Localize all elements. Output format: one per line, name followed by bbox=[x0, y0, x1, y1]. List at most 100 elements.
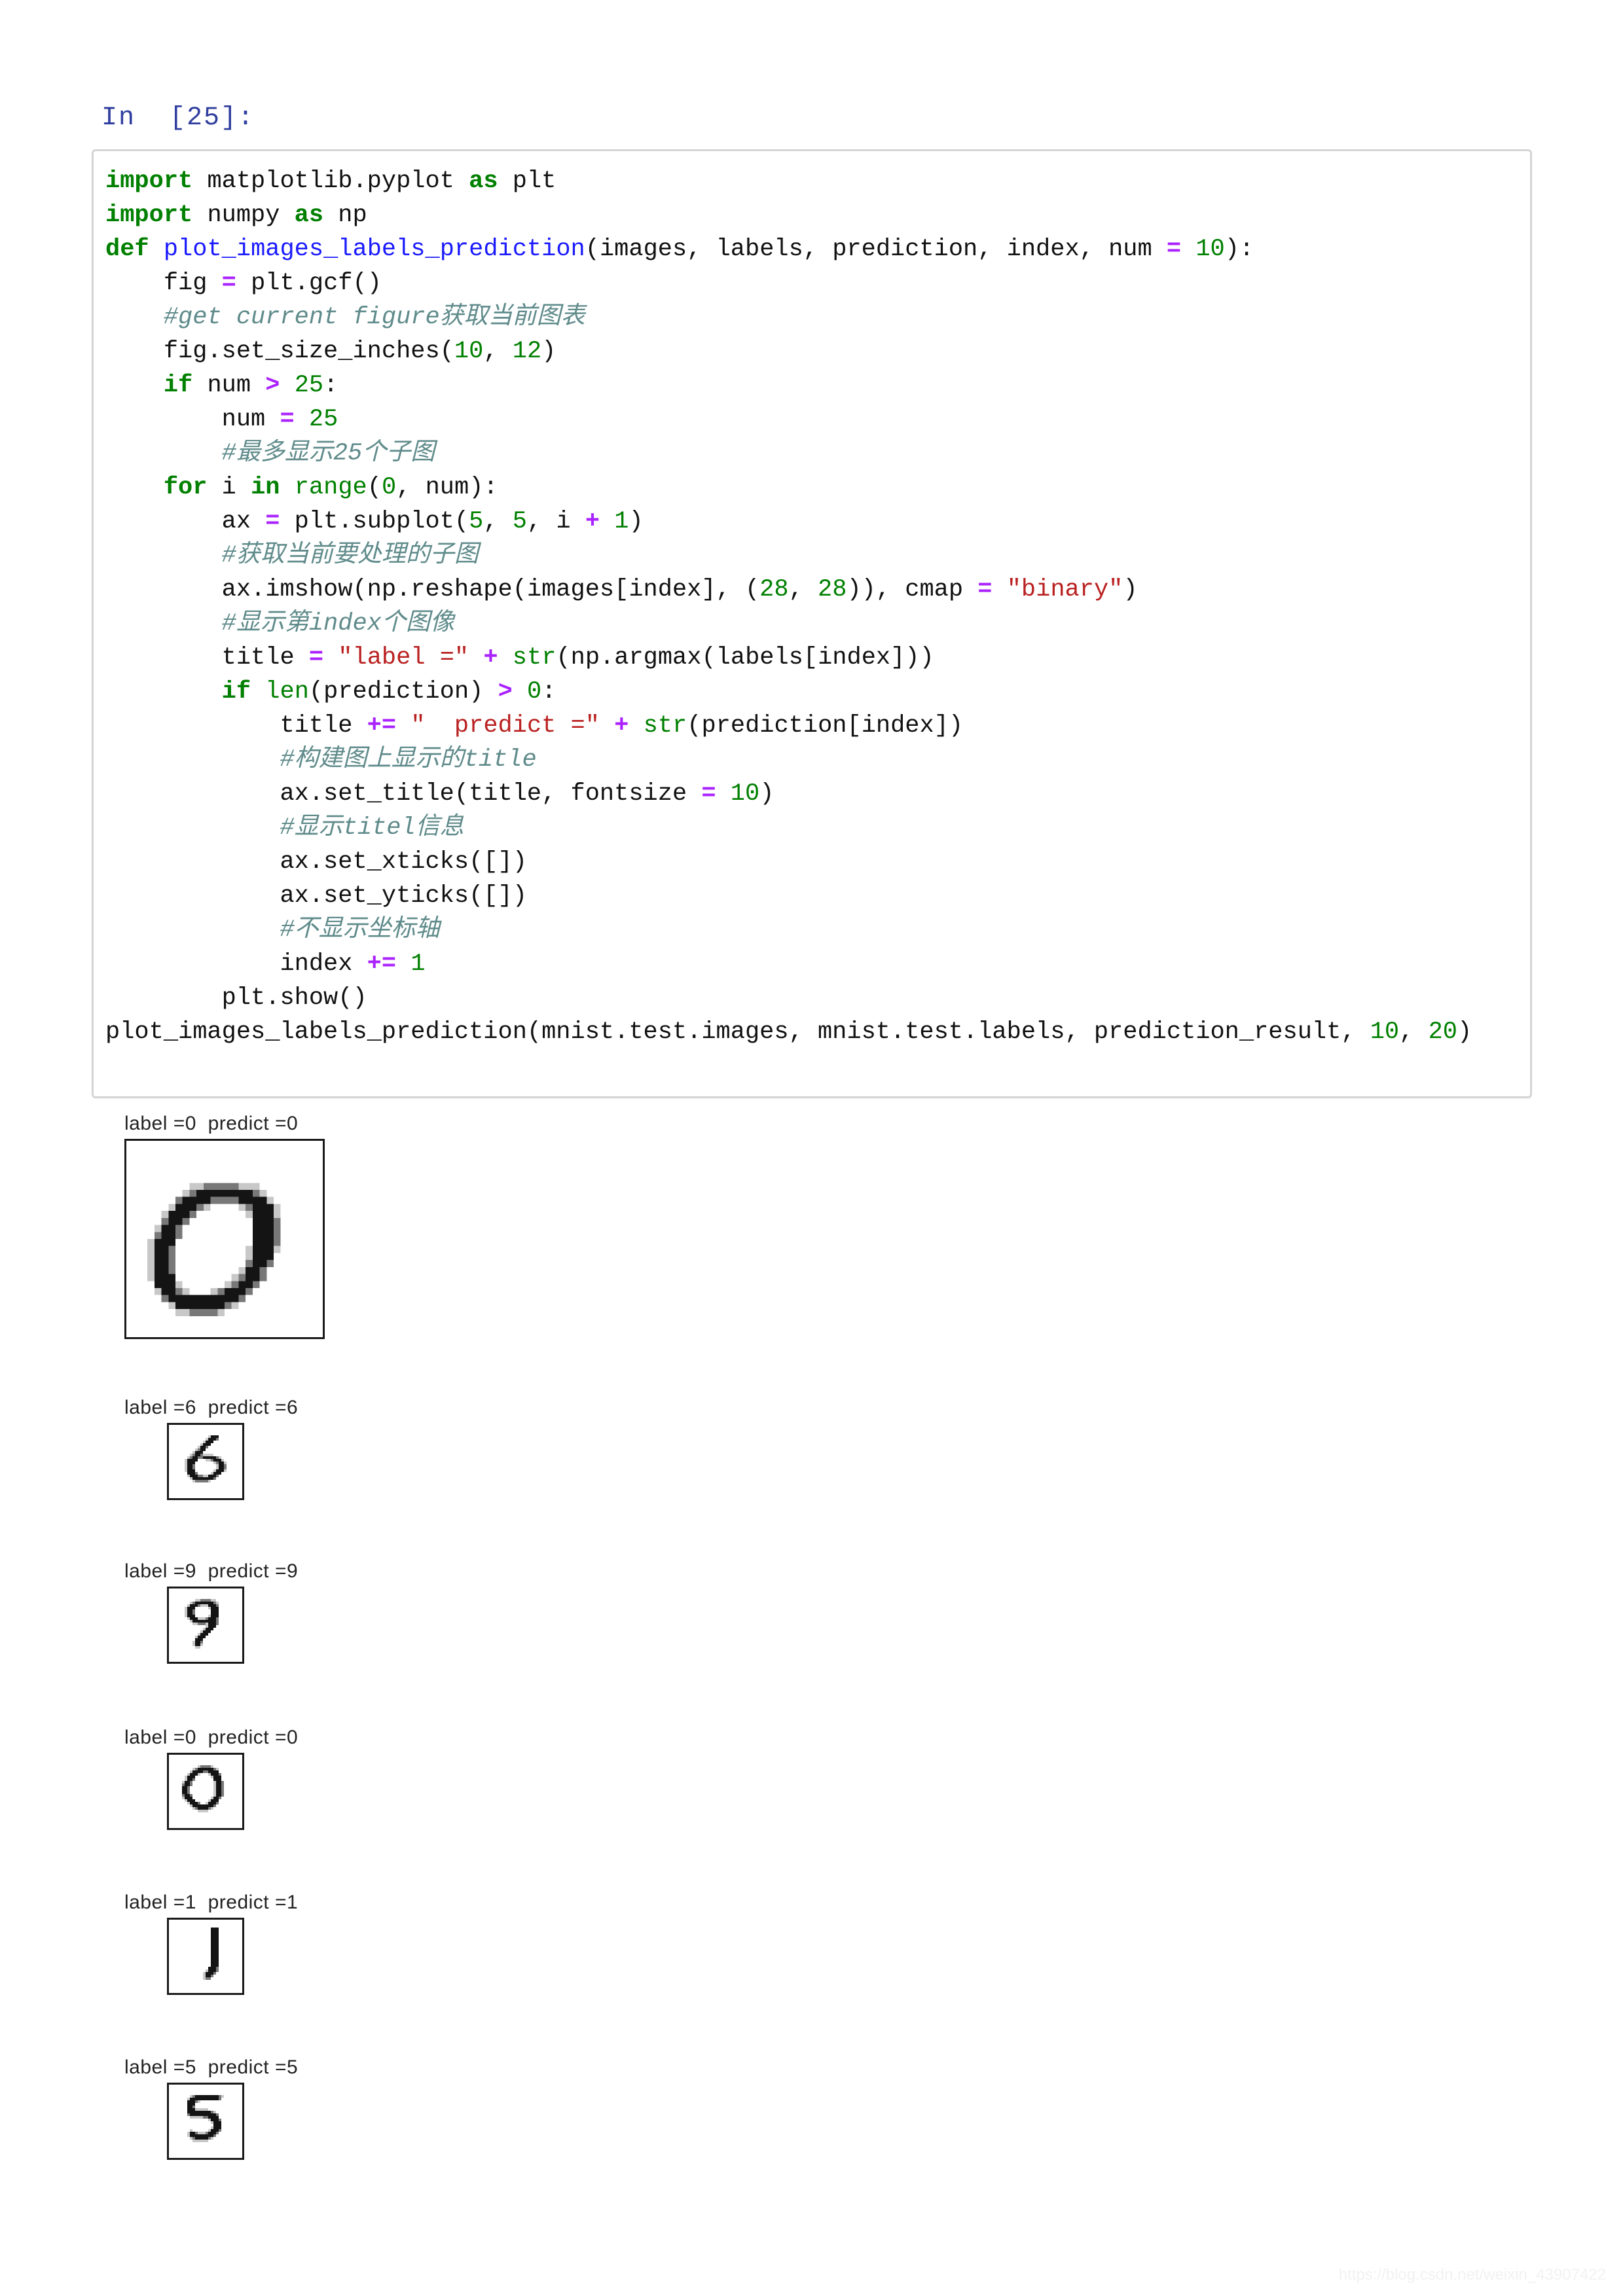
code-line: fig.set_size_inches(10, 12) bbox=[105, 334, 1526, 368]
code-token-pl: (np.argmax(labels[index])) bbox=[556, 644, 934, 672]
code-token-pl: fig.set_size_inches( bbox=[105, 338, 454, 365]
code-token-op: = bbox=[977, 576, 993, 603]
code-token-pl: : bbox=[541, 678, 556, 706]
code-token-op: = bbox=[265, 508, 280, 535]
code-token-bi: str bbox=[512, 644, 556, 672]
code-line: if num > 25: bbox=[105, 368, 1526, 403]
code-line: index += 1 bbox=[105, 947, 1526, 981]
code-line: fig = plt.gcf() bbox=[105, 266, 1526, 300]
subplot-title: label =1 predict =1 bbox=[124, 1892, 299, 1913]
code-token-num: 5 bbox=[469, 508, 484, 535]
code-token-pl: numpy bbox=[192, 202, 295, 229]
code-token-pl: title bbox=[105, 712, 367, 740]
code-token-kw: def bbox=[105, 236, 149, 263]
code-token-kw: import bbox=[105, 168, 193, 195]
code-token-op: = bbox=[308, 644, 324, 672]
code-token-num: 0 bbox=[381, 474, 397, 501]
code-token-cmt: #显示titel信息 bbox=[105, 814, 464, 842]
code-line: #获取当前要处理的子图 bbox=[105, 539, 1526, 573]
subplot-title: label =6 predict =6 bbox=[124, 1397, 299, 1418]
code-token-num: 25 bbox=[308, 406, 338, 433]
code-token-op: + bbox=[585, 508, 600, 535]
code-cell[interactable]: import matplotlib.pyplot as plt import nu… bbox=[92, 149, 1532, 1098]
digit-image-box bbox=[167, 1587, 244, 1664]
code-token-pl: ) bbox=[1457, 1018, 1472, 1046]
mnist-digit-0b bbox=[169, 1755, 242, 1828]
code-token-pl: plt.gcf() bbox=[236, 270, 382, 297]
code-token-pl: , bbox=[483, 338, 513, 365]
code-editor[interactable]: import matplotlib.pyplot as plt import nu… bbox=[105, 164, 1526, 1049]
mnist-digit-6 bbox=[169, 1425, 242, 1498]
code-token-num: 10 bbox=[1195, 236, 1225, 263]
code-token-pl: fig bbox=[105, 270, 222, 297]
code-token-op: = bbox=[280, 406, 295, 433]
subplot: label =9 predict =9 bbox=[124, 1560, 298, 1664]
code-token-num: 1 bbox=[410, 950, 426, 978]
code-token-pl: , num): bbox=[396, 474, 498, 501]
code-token-pl: index bbox=[105, 950, 367, 978]
code-token-num: 0 bbox=[527, 678, 542, 706]
code-token-str: " predict =" bbox=[410, 712, 600, 740]
code-token-pl: ) bbox=[541, 338, 556, 365]
code-token-pl: , i bbox=[526, 508, 585, 535]
code-token-num: 10 bbox=[454, 338, 484, 365]
code-token-kw: if bbox=[163, 372, 193, 399]
code-token-kw: if bbox=[221, 678, 251, 706]
code-token-pl: ( bbox=[367, 474, 382, 501]
code-token-num: 28 bbox=[818, 576, 847, 603]
code-token-pl: , bbox=[483, 508, 513, 535]
code-token-pl: : bbox=[323, 372, 338, 399]
code-token-op: > bbox=[265, 372, 280, 399]
code-token-op: = bbox=[701, 780, 716, 808]
code-token-pl: (prediction) bbox=[308, 678, 498, 706]
code-token-cmt: #获取当前要处理的子图 bbox=[105, 542, 479, 569]
code-token-num: 20 bbox=[1428, 1018, 1457, 1046]
code-token-num: 28 bbox=[759, 576, 789, 603]
code-token-num: 1 bbox=[614, 508, 629, 535]
code-line: import numpy as np bbox=[105, 198, 1526, 232]
code-line: ax.set_xticks([]) bbox=[105, 845, 1526, 879]
subplot-title: label =5 predict =5 bbox=[124, 2056, 299, 2078]
code-line: title += " predict =" + str(prediction[i… bbox=[105, 709, 1526, 743]
code-token-kw: as bbox=[469, 168, 498, 195]
code-token-pl: plt.subplot( bbox=[280, 508, 469, 535]
code-token-kw: in bbox=[251, 474, 280, 501]
code-token-pl: np bbox=[323, 202, 367, 229]
code-line: title = "label =" + str(np.argmax(labels… bbox=[105, 641, 1526, 675]
code-token-str: "binary" bbox=[1006, 576, 1123, 603]
mnist-digit-0 bbox=[126, 1141, 323, 1337]
code-line: for i in range(0, num): bbox=[105, 471, 1526, 505]
code-token-pl: ax.set_yticks([]) bbox=[105, 882, 527, 910]
code-token-bi: range bbox=[294, 474, 367, 501]
subplot: label =0 predict =0 bbox=[124, 1113, 325, 1339]
code-token-pl: , bbox=[788, 576, 818, 603]
code-token-num: 10 bbox=[1370, 1018, 1400, 1046]
code-token-pl: i bbox=[207, 474, 251, 501]
code-token-pl: )), cmap bbox=[847, 576, 978, 603]
subplot-title: label =0 predict =0 bbox=[124, 1113, 299, 1134]
code-token-pl: ) bbox=[629, 508, 644, 535]
code-token-bi: str bbox=[643, 712, 687, 740]
code-token-kw: import bbox=[105, 202, 193, 229]
code-line: #get current figure获取当前图表 bbox=[105, 300, 1526, 334]
code-token-pl: ax.set_title(title, fontsize bbox=[105, 780, 702, 808]
digit-image-box bbox=[124, 1139, 325, 1339]
watermark-text: https://blog.csdn.net/weixin_43907422 bbox=[1338, 2266, 1606, 2284]
subplot: label =5 predict =5 bbox=[124, 2056, 298, 2160]
mnist-digit-5 bbox=[169, 2085, 242, 2158]
code-token-op: = bbox=[221, 270, 236, 297]
